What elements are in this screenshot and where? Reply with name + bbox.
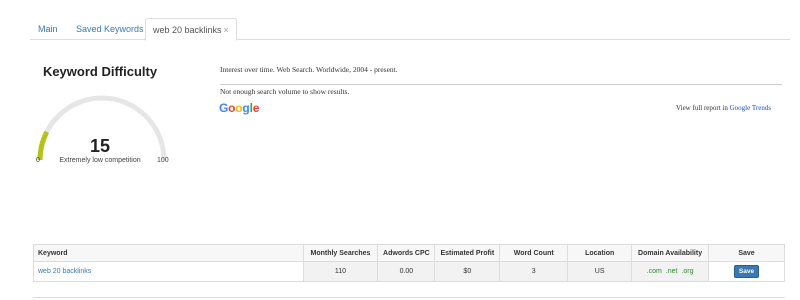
estimated-profit-cell: $0	[434, 261, 501, 282]
monthly-searches-cell: 110	[302, 261, 379, 282]
gauge-max-label: 100	[157, 157, 169, 164]
header-domain-availability[interactable]: Domain Availability	[631, 244, 710, 262]
word-count-cell: 3	[499, 261, 569, 282]
full-report-prefix: View full report in	[676, 104, 730, 112]
location-cell: US	[567, 261, 633, 282]
header-save: Save	[708, 244, 785, 262]
tab-label: web 20 backlinks	[153, 25, 222, 35]
header-monthly-searches[interactable]: Monthly Searches	[302, 244, 379, 262]
keyword-table: Keyword Monthly Searches Adwords CPC Est…	[33, 244, 785, 282]
tab-web-20-backlinks[interactable]: web 20 backlinks ×	[145, 18, 237, 41]
domain-net[interactable]: .net	[666, 268, 678, 275]
close-icon[interactable]: ×	[224, 25, 229, 35]
domain-org[interactable]: .org	[681, 268, 693, 275]
divider	[33, 297, 785, 298]
trends-message: Not enough search volume to show results…	[220, 87, 350, 96]
difficulty-score: 15	[89, 136, 111, 156]
table-header-row: Keyword Monthly Searches Adwords CPC Est…	[33, 244, 785, 262]
google-trends-link[interactable]: Google Trends	[730, 104, 771, 112]
gauge-min-label: 0	[36, 157, 40, 164]
google-logo-letter: G	[219, 101, 229, 115]
header-estimated-profit[interactable]: Estimated Profit	[434, 244, 501, 262]
header-adwords-cpc[interactable]: Adwords CPC	[377, 244, 436, 262]
difficulty-label: Extremely low competition	[59, 157, 141, 164]
keyword-link[interactable]: web 20 backlinks	[38, 268, 91, 275]
full-report-text: View full report in Google Trends	[676, 104, 782, 112]
trends-title: Interest over time. Web Search. Worldwid…	[220, 65, 398, 74]
header-location[interactable]: Location	[567, 244, 633, 262]
tab-main[interactable]: Main	[38, 18, 58, 40]
header-word-count[interactable]: Word Count	[499, 244, 569, 262]
header-keyword[interactable]: Keyword	[33, 244, 304, 262]
adwords-cpc-cell: 0.00	[377, 261, 436, 282]
tab-saved-keywords[interactable]: Saved Keywords	[76, 18, 144, 40]
google-logo: Google	[219, 101, 259, 115]
domain-com[interactable]: .com	[647, 268, 662, 275]
keyword-difficulty-title: Keyword Difficulty	[42, 64, 158, 79]
google-logo-letter: e	[252, 101, 260, 115]
divider	[220, 84, 782, 85]
keyword-cell: web 20 backlinks	[33, 261, 304, 282]
google-logo-letter: g	[242, 101, 250, 115]
domain-availability-cell: .com .net .org	[631, 261, 710, 282]
save-cell: Save	[708, 261, 785, 282]
save-button[interactable]: Save	[733, 265, 760, 278]
table-row: web 20 backlinks 110 0.00 $0 3 US .com .…	[33, 261, 785, 282]
tab-bar: Main Saved Keywords web 20 backlinks ×	[30, 18, 790, 41]
